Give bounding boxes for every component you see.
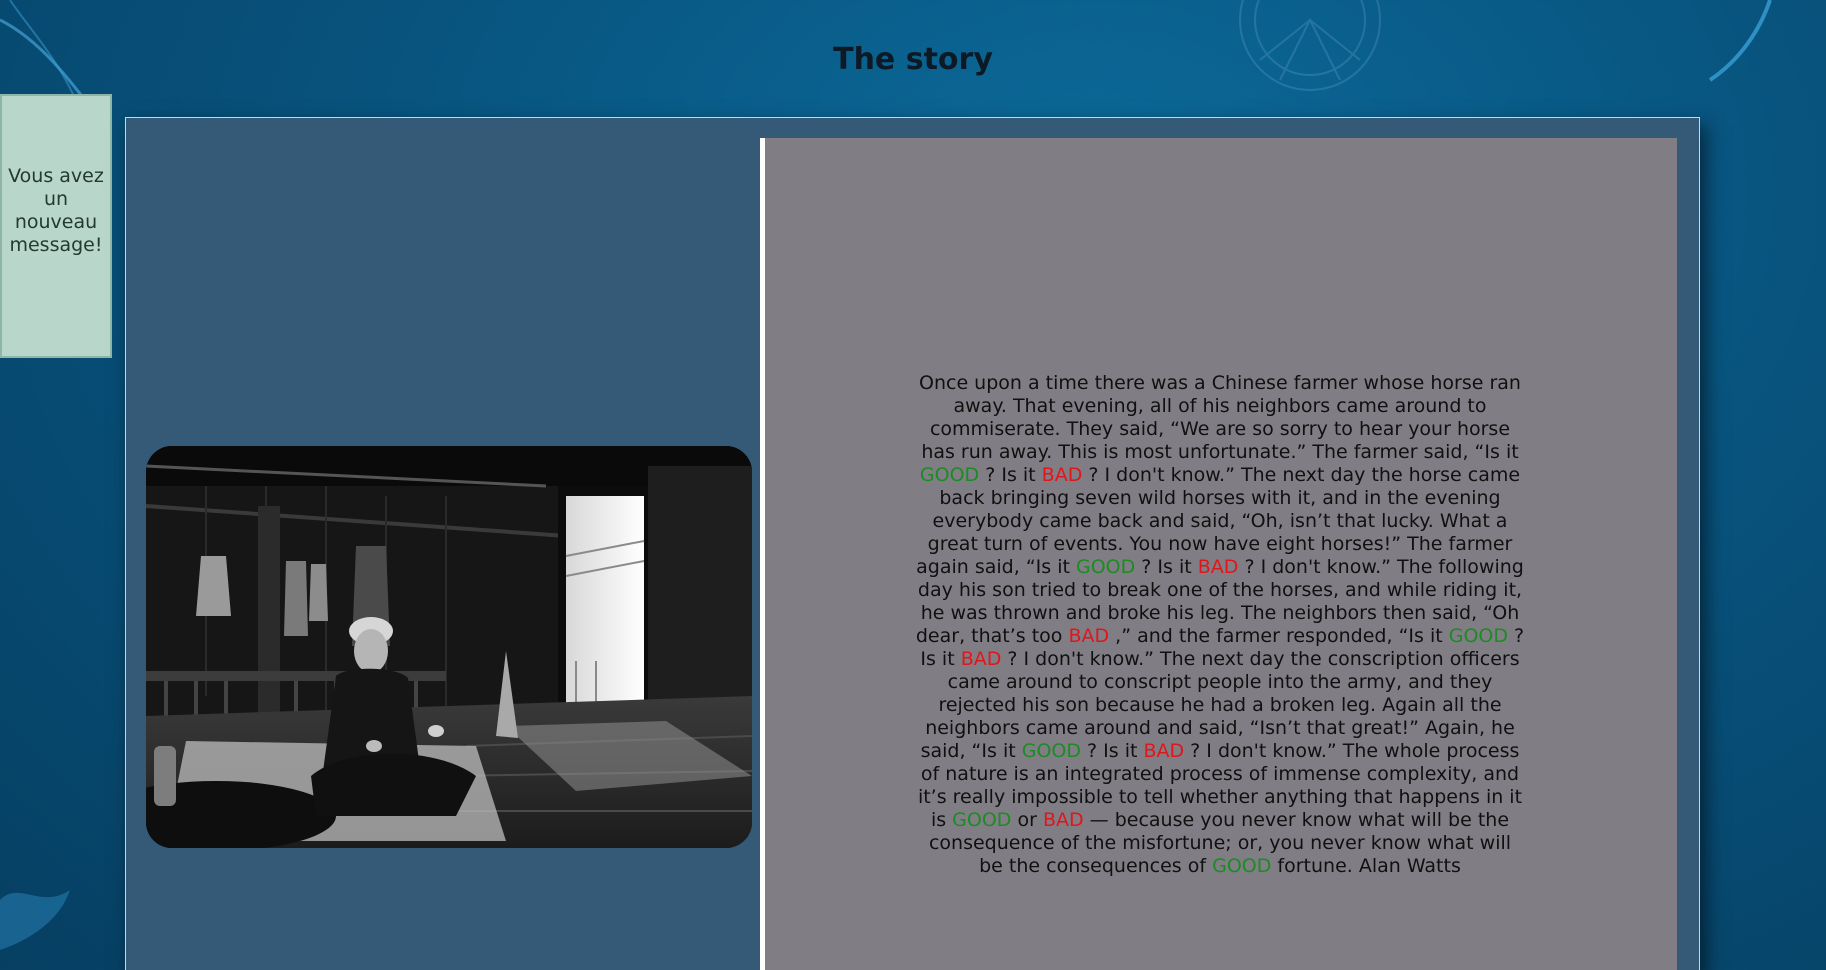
story-text: Once upon a time there was a Chinese far…	[915, 372, 1525, 878]
bad-word: BAD	[1041, 464, 1083, 486]
story-text-segment: ? Is it	[1135, 556, 1198, 578]
farmer-photo-image	[146, 446, 752, 848]
story-text-segment: ,” and the farmer responded, “Is it	[1109, 625, 1449, 647]
good-word: GOOD	[952, 809, 1012, 831]
good-word: GOOD	[1075, 556, 1136, 578]
story-text-segment: or	[1011, 809, 1043, 831]
notification-text: Vous avez un nouveau message!	[8, 165, 104, 256]
page-title: The story	[833, 42, 993, 77]
bad-word: BAD	[1068, 625, 1110, 647]
story-text-segment: fortune. Alan Watts	[1271, 855, 1461, 877]
bad-word: BAD	[960, 648, 1002, 670]
story-text-segment: ? Is it	[979, 464, 1042, 486]
story-text-segment: Once upon a time there was a Chinese far…	[919, 372, 1521, 463]
bad-word: BAD	[1042, 809, 1084, 831]
good-word: GOOD	[919, 464, 980, 486]
story-text-segment: ? Is it	[1080, 740, 1144, 762]
bad-word: BAD	[1197, 556, 1239, 578]
story-box: Once upon a time there was a Chinese far…	[760, 138, 1677, 970]
good-word: GOOD	[1021, 740, 1081, 762]
story-photo	[146, 446, 752, 848]
new-message-notification[interactable]: Vous avez un nouveau message!	[0, 94, 112, 358]
main-panel: Once upon a time there was a Chinese far…	[125, 117, 1700, 970]
bad-word: BAD	[1143, 740, 1185, 762]
good-word: GOOD	[1448, 625, 1508, 647]
good-word: GOOD	[1212, 855, 1272, 877]
